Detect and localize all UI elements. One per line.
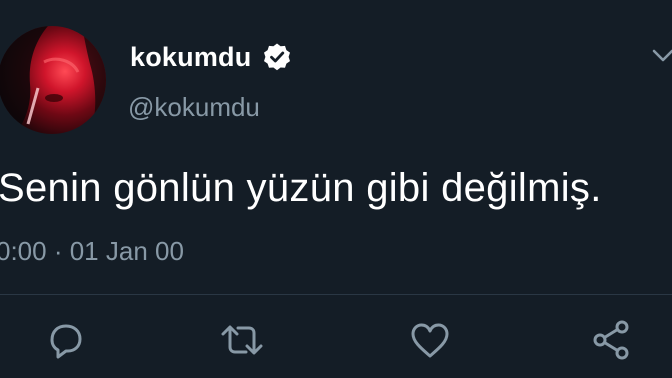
divider [0,294,672,295]
avatar[interactable] [0,26,106,134]
chevron-down-icon[interactable] [650,46,672,66]
retweet-button[interactable] [218,316,266,364]
reply-icon [50,324,82,359]
tweet-timestamp[interactable]: 0:00 · 01 Jan 00 [0,236,184,267]
verified-badge-icon [262,42,292,72]
like-button[interactable] [406,316,454,364]
user-handle[interactable]: @kokumdu [128,92,260,123]
share-button[interactable] [588,316,636,364]
share-icon [593,320,629,360]
display-name[interactable]: kokumdu [130,42,251,73]
retweet-icon [221,325,263,355]
tweet-text: Senin gönlün yüzün gibi değilmiş. [0,166,602,210]
like-icon [411,323,449,358]
tweet-card: kokumdu @kokumdu Senin gönlün yüzün gibi… [0,0,672,378]
avatar-image [0,26,106,134]
reply-button[interactable] [42,316,90,364]
